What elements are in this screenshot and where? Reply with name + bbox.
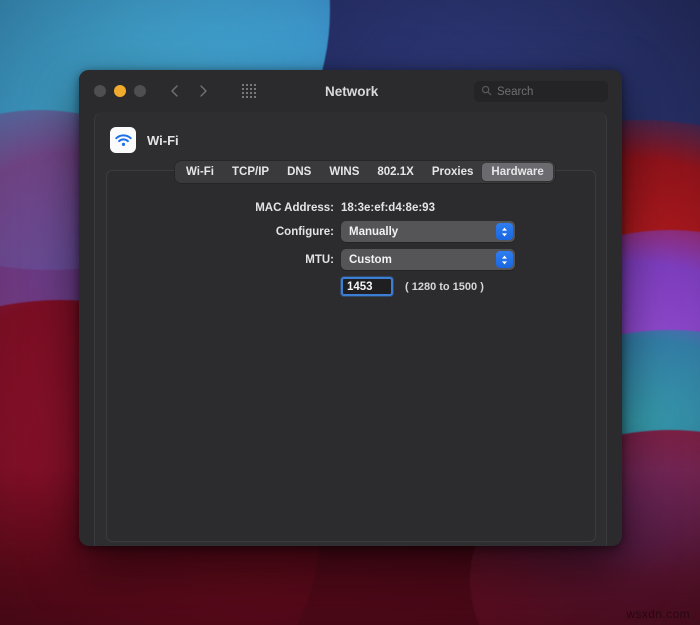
tab-dns[interactable]: DNS	[278, 163, 320, 181]
mac-address-value: 18:3e:ef:d4:8e:93	[341, 202, 435, 214]
mtu-value-input[interactable]: 1453	[341, 277, 393, 296]
traffic-light-group	[94, 85, 146, 97]
mtu-input-value: 1453	[347, 280, 373, 293]
tab-wins[interactable]: WINS	[320, 163, 368, 181]
chevron-updown-icon	[496, 251, 513, 268]
configure-selected-value: Manually	[349, 225, 399, 238]
forward-icon[interactable]	[196, 84, 210, 98]
mtu-selected-value: Custom	[349, 253, 392, 266]
hardware-settings-sheet: Wi-Fi Wi-Fi TCP/IP DNS WINS 802.1X Proxi…	[94, 112, 607, 546]
back-icon[interactable]	[168, 84, 182, 98]
mtu-row: MTU: Custom	[107, 249, 595, 270]
mtu-custom-row: 1453 ( 1280 to 1500 )	[107, 277, 595, 296]
mac-address-row: MAC Address: 18:3e:ef:d4:8e:93	[107, 202, 595, 214]
configure-dropdown[interactable]: Manually	[341, 221, 515, 242]
window-title: Network	[325, 83, 379, 99]
chevron-updown-icon	[496, 223, 513, 240]
mtu-dropdown[interactable]: Custom	[341, 249, 515, 270]
minimize-button-icon[interactable]	[114, 85, 126, 97]
service-header: Wi-Fi	[95, 112, 606, 153]
mac-address-label: MAC Address:	[255, 202, 334, 214]
hardware-tab-panel: MAC Address: 18:3e:ef:d4:8e:93 Configure…	[106, 170, 596, 542]
sheet-footer: ? Cancel OK	[95, 543, 606, 546]
watermark-text: wsxdn.com	[626, 607, 690, 621]
tab-tcpip[interactable]: TCP/IP	[223, 163, 278, 181]
search-placeholder: Search	[497, 85, 534, 98]
configure-row: Configure: Manually	[107, 221, 595, 242]
search-icon	[481, 83, 492, 101]
grid-view-icon[interactable]	[242, 84, 256, 98]
mtu-range-hint: ( 1280 to 1500 )	[405, 280, 484, 293]
tab-proxies[interactable]: Proxies	[423, 163, 483, 181]
network-preferences-window: Network Search Wi-Fi Wi-Fi TCP/IP DNS WI…	[79, 70, 622, 546]
wifi-icon	[110, 127, 136, 153]
tab-bar: Wi-Fi TCP/IP DNS WINS 802.1X Proxies Har…	[175, 161, 555, 183]
tab-hardware[interactable]: Hardware	[482, 163, 553, 181]
search-field[interactable]: Search	[474, 81, 608, 102]
close-button-icon[interactable]	[94, 85, 106, 97]
window-navigation	[168, 84, 256, 98]
service-name-label: Wi-Fi	[147, 132, 179, 148]
mtu-label: MTU:	[305, 253, 334, 266]
hardware-form: MAC Address: 18:3e:ef:d4:8e:93 Configure…	[107, 202, 595, 296]
tab-8021x[interactable]: 802.1X	[368, 163, 422, 181]
maximize-button-icon[interactable]	[134, 85, 146, 97]
window-titlebar: Network Search	[79, 70, 622, 112]
tab-wifi[interactable]: Wi-Fi	[177, 163, 223, 181]
configure-label: Configure:	[275, 225, 334, 238]
